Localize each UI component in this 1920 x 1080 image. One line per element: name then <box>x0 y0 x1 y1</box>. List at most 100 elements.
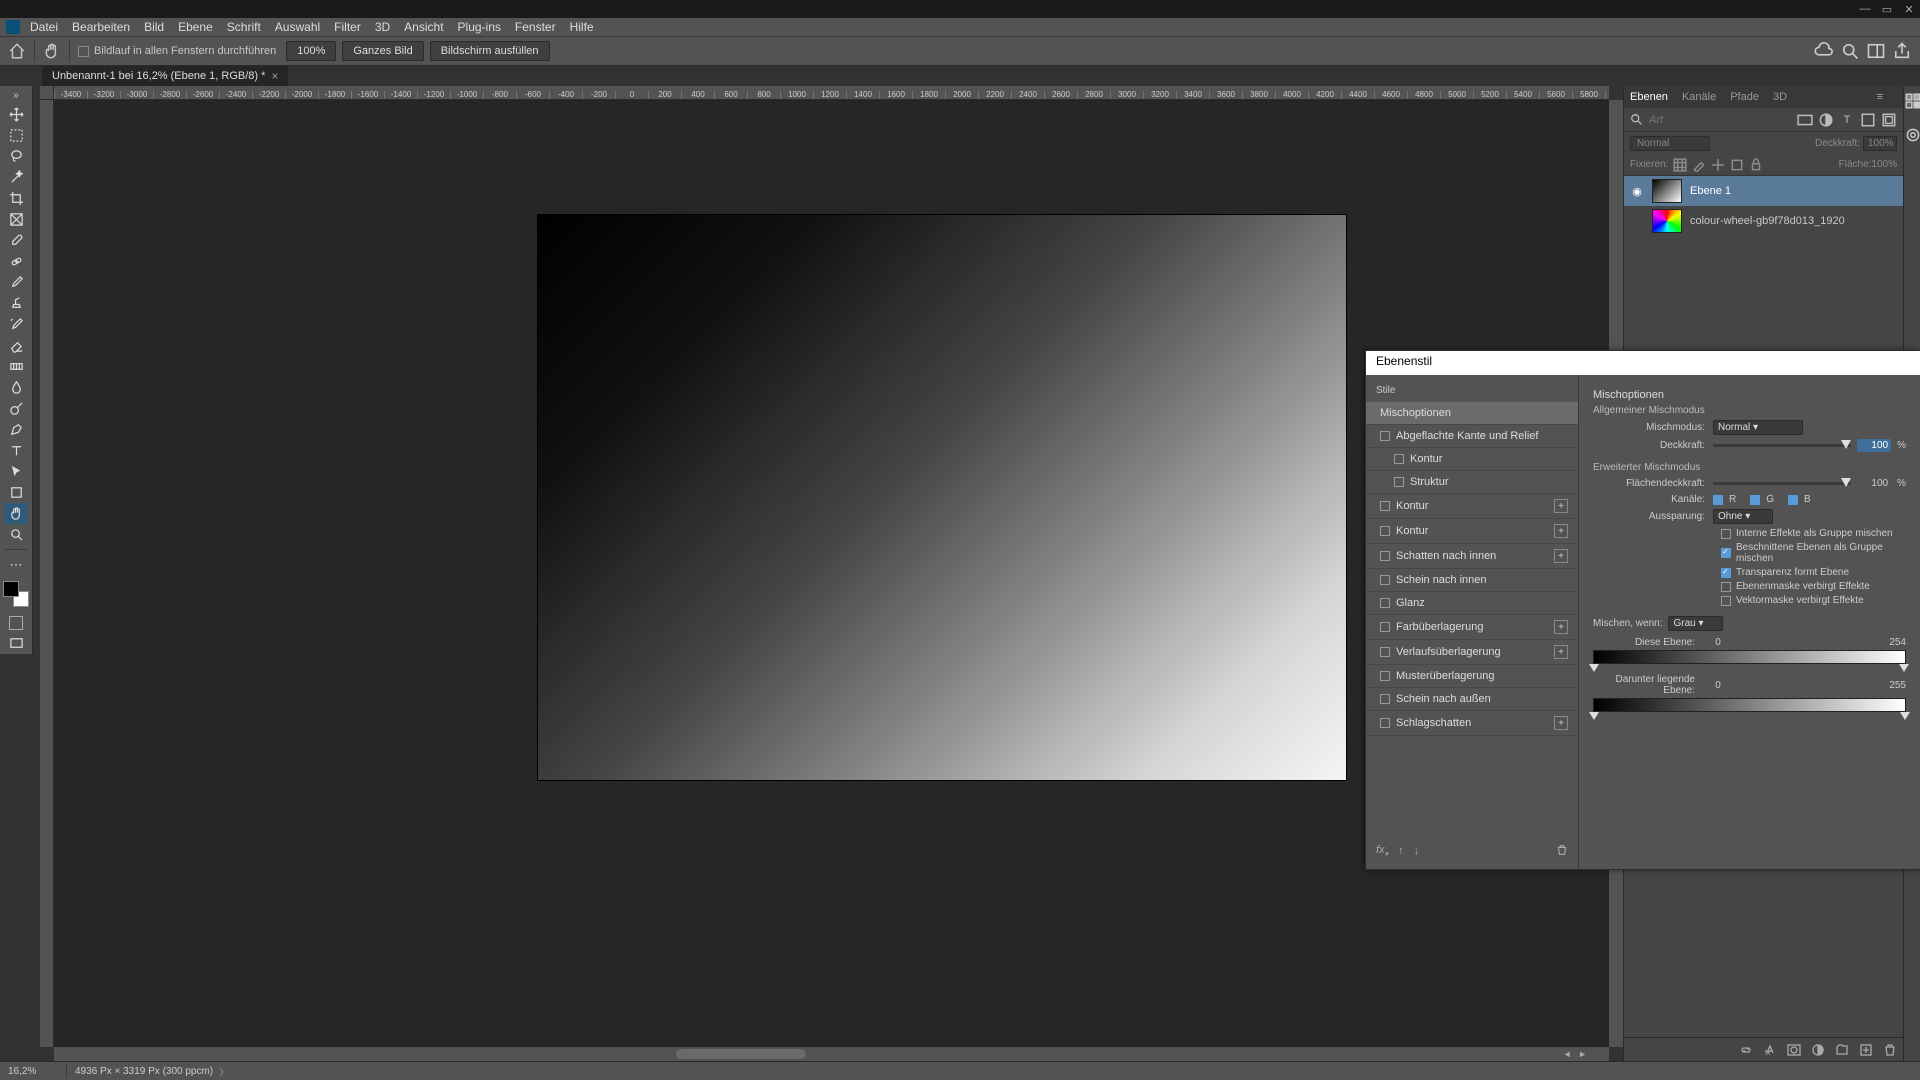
channel-b-checkbox[interactable] <box>1788 495 1798 505</box>
layer-thumbnail[interactable] <box>1652 209 1682 233</box>
blend-interior-checkbox[interactable] <box>1721 529 1731 539</box>
menu-help[interactable]: Hilfe <box>570 20 594 34</box>
filter-pixel-icon[interactable] <box>1797 112 1813 128</box>
horizontal-scrollbar[interactable]: ◄ ► <box>54 1047 1609 1061</box>
canvas-document[interactable] <box>538 215 1346 780</box>
effect-checkbox[interactable] <box>1380 501 1390 511</box>
effect-item[interactable]: Verlaufsüberlagerung+ <box>1366 640 1578 665</box>
menu-type[interactable]: Schrift <box>227 20 261 34</box>
properties-panel-icon[interactable] <box>1904 126 1920 144</box>
healing-brush-tool[interactable] <box>4 251 28 272</box>
fx-menu-icon[interactable]: fx▾ <box>1376 844 1388 858</box>
menu-edit[interactable]: Bearbeiten <box>72 20 130 34</box>
blend-if-dropdown[interactable]: Grau ▾ <box>1668 616 1723 631</box>
effect-checkbox[interactable] <box>1380 551 1390 561</box>
crop-tool[interactable] <box>4 188 28 209</box>
lasso-tool[interactable] <box>4 146 28 167</box>
effect-item[interactable]: Schein nach außen <box>1366 688 1578 711</box>
filter-smart-icon[interactable] <box>1881 112 1897 128</box>
transparency-shapes-checkbox[interactable] <box>1721 568 1731 578</box>
add-effect-icon[interactable]: + <box>1554 645 1568 659</box>
effect-checkbox[interactable] <box>1380 526 1390 536</box>
menu-view[interactable]: Ansicht <box>404 20 443 34</box>
effect-item[interactable]: Kontur+ <box>1366 494 1578 519</box>
add-effect-icon[interactable]: + <box>1554 620 1568 634</box>
window-close-button[interactable]: ✕ <box>1898 0 1920 18</box>
brush-tool[interactable] <box>4 272 28 293</box>
status-menu-icon[interactable]: 〉 <box>219 1064 229 1079</box>
color-swatches[interactable] <box>3 581 29 607</box>
effect-item[interactable]: Kontur <box>1366 448 1578 471</box>
layer-visibility-icon[interactable]: ◉ <box>1630 185 1644 198</box>
move-up-icon[interactable]: ↑ <box>1398 845 1404 857</box>
zoom-tool[interactable] <box>4 524 28 545</box>
this-layer-slider[interactable] <box>1593 650 1906 664</box>
effect-item[interactable]: Farbüberlagerung+ <box>1366 615 1578 640</box>
tab-paths[interactable]: Pfade <box>1730 91 1759 103</box>
layer-name[interactable]: colour-wheel-gb9f78d013_1920 <box>1690 215 1845 227</box>
cloud-docs-icon[interactable] <box>1814 41 1834 61</box>
filter-type-icon[interactable]: T <box>1839 112 1855 128</box>
menu-image[interactable]: Bild <box>144 20 164 34</box>
panel-menu-icon[interactable]: ≡ <box>1877 91 1883 103</box>
filter-shape-icon[interactable] <box>1860 112 1876 128</box>
move-down-icon[interactable]: ↓ <box>1414 845 1420 857</box>
blend-mode-select[interactable]: Normal <box>1630 136 1710 151</box>
tab-3d[interactable]: 3D <box>1773 91 1787 103</box>
adjustment-layer-icon[interactable] <box>1811 1043 1825 1057</box>
layer-filter-input[interactable] <box>1649 114 1792 126</box>
effect-checkbox[interactable] <box>1380 598 1390 608</box>
group-layers-icon[interactable] <box>1835 1043 1849 1057</box>
hand-tool[interactable] <box>4 503 28 524</box>
lock-all-icon[interactable] <box>1749 158 1763 172</box>
lock-pixels-icon[interactable] <box>1673 158 1687 172</box>
gradient-tool[interactable] <box>4 356 28 377</box>
workspace-icon[interactable] <box>1866 41 1886 61</box>
effect-item[interactable]: Kontur+ <box>1366 519 1578 544</box>
home-icon[interactable] <box>8 42 26 60</box>
add-effect-icon[interactable]: + <box>1554 716 1568 730</box>
channel-g-checkbox[interactable] <box>1750 495 1760 505</box>
menu-filter[interactable]: Filter <box>334 20 361 34</box>
path-selection-tool[interactable] <box>4 461 28 482</box>
lock-brush-icon[interactable] <box>1692 158 1706 172</box>
pen-tool[interactable] <box>4 419 28 440</box>
opacity-slider[interactable] <box>1713 444 1851 447</box>
fit-screen-button[interactable]: Ganzes Bild <box>342 41 423 61</box>
fill-value[interactable]: 100% <box>1871 159 1897 170</box>
status-doc-info[interactable]: 4936 Px × 3319 Px (300 ppcm) <box>75 1066 213 1077</box>
vertical-ruler[interactable] <box>40 100 54 1047</box>
layer-style-icon[interactable]: fx <box>1763 1043 1777 1057</box>
horizontal-ruler[interactable]: -3400-3200-3000-2800-2600-2400-2200-2000… <box>54 86 1609 100</box>
layer-thumbnail[interactable] <box>1652 179 1682 203</box>
layer-mask-hides-checkbox[interactable] <box>1721 582 1731 592</box>
dialog-title[interactable]: Ebenenstil <box>1366 351 1920 375</box>
effect-checkbox[interactable] <box>1380 694 1390 704</box>
layer-name[interactable]: Ebene 1 <box>1690 185 1731 197</box>
link-layers-icon[interactable] <box>1739 1043 1753 1057</box>
history-brush-tool[interactable] <box>4 314 28 335</box>
lock-artboard-icon[interactable] <box>1730 158 1744 172</box>
fill-opacity-input[interactable]: 100 <box>1857 477 1891 490</box>
shape-tool[interactable] <box>4 482 28 503</box>
vector-mask-hides-checkbox[interactable] <box>1721 596 1731 606</box>
status-zoom[interactable]: 16,2% <box>8 1066 58 1077</box>
effect-checkbox[interactable] <box>1380 431 1390 441</box>
tools-collapse-icon[interactable]: » <box>13 90 19 101</box>
delete-layer-icon[interactable] <box>1883 1043 1897 1057</box>
window-minimize-button[interactable]: — <box>1854 0 1876 18</box>
fill-opacity-slider[interactable] <box>1713 482 1851 485</box>
layer-row[interactable]: colour-wheel-gb9f78d013_1920 <box>1624 206 1903 236</box>
move-tool[interactable] <box>4 104 28 125</box>
fill-screen-button[interactable]: Bildschirm ausfüllen <box>430 41 550 61</box>
effect-item[interactable]: Glanz <box>1366 592 1578 615</box>
share-icon[interactable] <box>1892 41 1912 61</box>
marquee-tool[interactable] <box>4 125 28 146</box>
underlying-layer-slider[interactable] <box>1593 698 1906 712</box>
blend-clipped-checkbox[interactable] <box>1721 548 1731 558</box>
filter-adjust-icon[interactable] <box>1818 112 1834 128</box>
layer-mask-icon[interactable] <box>1787 1043 1801 1057</box>
document-tab[interactable]: Unbenannt-1 bei 16,2% (Ebene 1, RGB/8) *… <box>42 66 288 86</box>
effect-item[interactable]: Struktur <box>1366 471 1578 494</box>
effect-item[interactable]: Schatten nach innen+ <box>1366 544 1578 569</box>
